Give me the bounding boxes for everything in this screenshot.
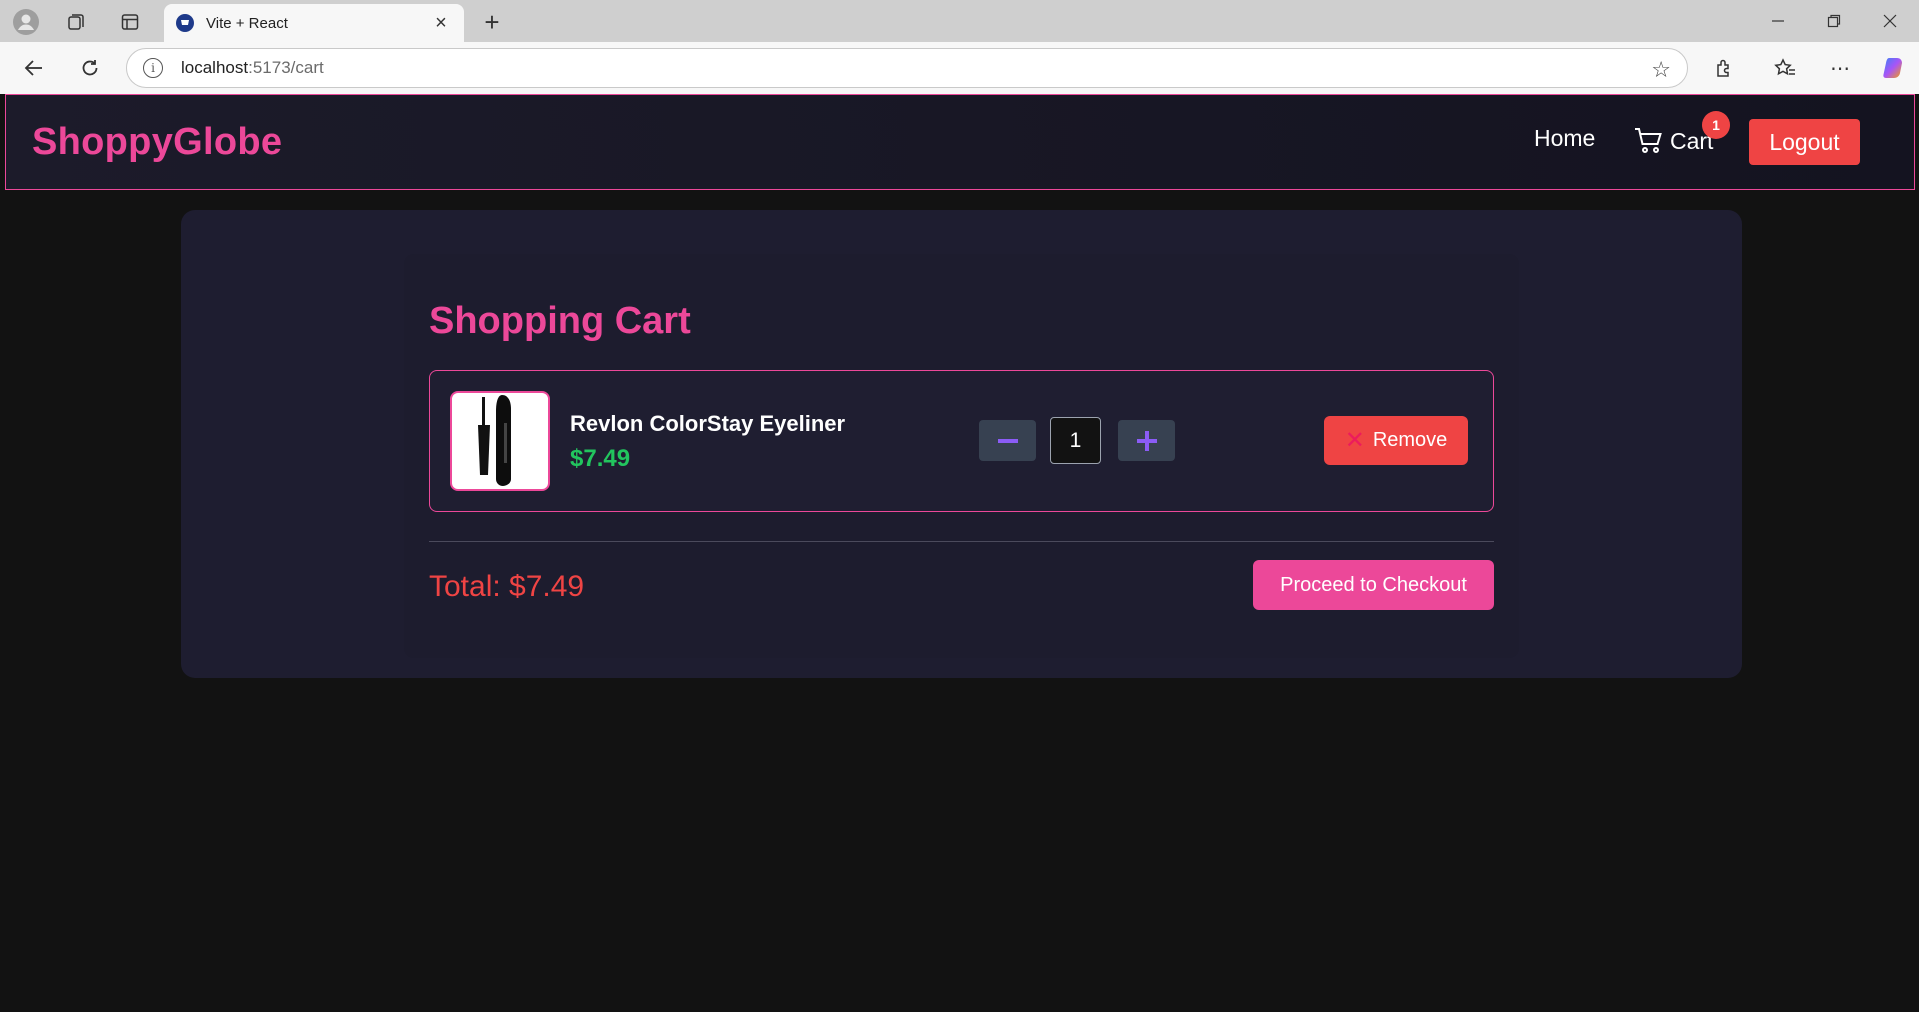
eyeliner-image (478, 395, 511, 486)
cart-total: Total: $7.49 (429, 570, 585, 603)
tab-favicon-icon (176, 14, 194, 32)
logout-button[interactable]: Logout (1749, 119, 1860, 165)
browser-toolbar: i localhost:5173/cart ☆ ⋯ (0, 42, 1919, 94)
nav-home-link[interactable]: Home (1534, 125, 1595, 152)
site-header: ShoppyGlobe Home Cart 1 Logout (5, 94, 1915, 190)
more-options-icon[interactable]: ⋯ (1824, 52, 1856, 84)
browser-tab-active[interactable]: Vite + React × (164, 4, 464, 42)
new-tab-icon[interactable]: + (478, 7, 506, 37)
quantity-value[interactable]: 1 (1050, 417, 1101, 464)
site-info-icon[interactable]: i (143, 58, 163, 78)
divider (429, 541, 1494, 542)
tab-title: Vite + React (206, 14, 288, 32)
favorites-icon[interactable] (1769, 52, 1801, 84)
cart-panel: Shopping Cart Revlon ColorStay Eyeliner … (181, 210, 1742, 678)
minimize-icon[interactable] (1758, 6, 1798, 36)
decrease-quantity-button[interactable] (979, 420, 1036, 461)
cart-icon (1634, 127, 1664, 155)
plus-icon (1136, 430, 1157, 451)
copilot-icon[interactable] (1878, 52, 1910, 84)
profile-icon[interactable] (12, 8, 40, 36)
extensions-icon[interactable] (1708, 52, 1740, 84)
vertical-tabs-icon[interactable] (116, 8, 144, 36)
minus-icon (997, 438, 1018, 443)
brand-logo[interactable]: ShoppyGlobe (32, 121, 282, 164)
cart-item: Revlon ColorStay Eyeliner $7.49 1 ✕ Remo… (429, 370, 1494, 512)
url-host: localhost (181, 58, 249, 77)
increase-quantity-button[interactable] (1118, 420, 1175, 461)
browser-tab-bar: Vite + React × + (0, 0, 1919, 42)
remove-label: Remove (1372, 429, 1448, 451)
close-window-icon[interactable] (1870, 6, 1910, 36)
address-bar[interactable]: i localhost:5173/cart ☆ (126, 48, 1688, 88)
favorite-star-icon[interactable]: ☆ (1651, 57, 1671, 83)
url-path: :5173/cart (248, 58, 324, 77)
back-icon[interactable] (18, 52, 50, 84)
remove-x-icon: ✕ (1344, 427, 1365, 454)
product-name: Revlon ColorStay Eyeliner (570, 411, 846, 436)
restore-icon[interactable] (1814, 6, 1854, 36)
tab-close-icon[interactable]: × (430, 12, 452, 35)
cart-count-badge: 1 (1702, 111, 1730, 139)
nav-cart-link[interactable]: Cart (1634, 127, 1713, 155)
product-thumbnail (450, 391, 550, 491)
workspaces-icon[interactable] (62, 8, 90, 36)
reload-icon[interactable] (74, 52, 106, 84)
remove-item-button[interactable]: ✕ Remove (1324, 416, 1468, 465)
checkout-button[interactable]: Proceed to Checkout (1253, 560, 1494, 610)
page-title: Shopping Cart (429, 300, 691, 342)
product-price: $7.49 (570, 445, 631, 472)
app-root: ShoppyGlobe Home Cart 1 Logout Shopping … (5, 94, 1915, 1012)
